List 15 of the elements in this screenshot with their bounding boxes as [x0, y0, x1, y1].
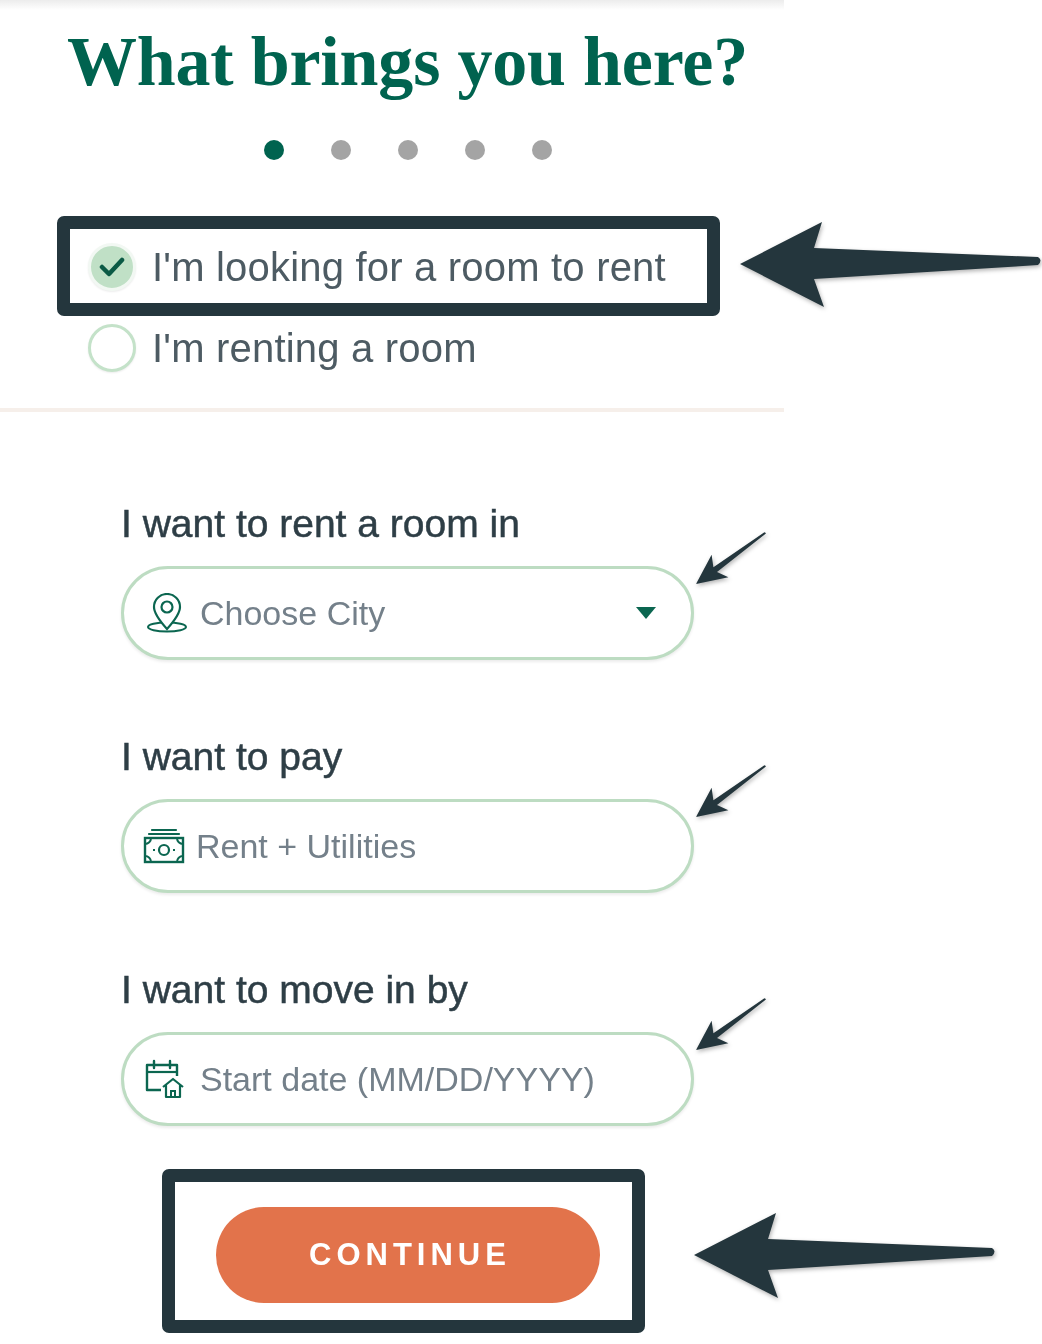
field-label: I want to rent a room in: [121, 502, 520, 546]
field-label: I want to move in by: [121, 968, 468, 1012]
page-title: What brings you here?: [66, 24, 749, 100]
date-input-field[interactable]: Start date (MM/DD/YYYY): [121, 1032, 694, 1126]
budget-input-field[interactable]: Rent + Utilities: [121, 799, 694, 893]
calendar-house-icon: [143, 1059, 185, 1099]
cash-icon: [143, 828, 185, 864]
option-label[interactable]: I'm renting a room: [152, 324, 477, 372]
caret-icon: [636, 607, 656, 619]
city-select-field[interactable]: Choose City: [121, 566, 694, 660]
check-icon: [99, 257, 125, 277]
option-label[interactable]: I'm looking for a room to rent: [152, 243, 666, 291]
field-label: I want to pay: [121, 735, 343, 779]
radio-button[interactable]: [88, 324, 136, 372]
location-pin-icon: [146, 593, 188, 633]
